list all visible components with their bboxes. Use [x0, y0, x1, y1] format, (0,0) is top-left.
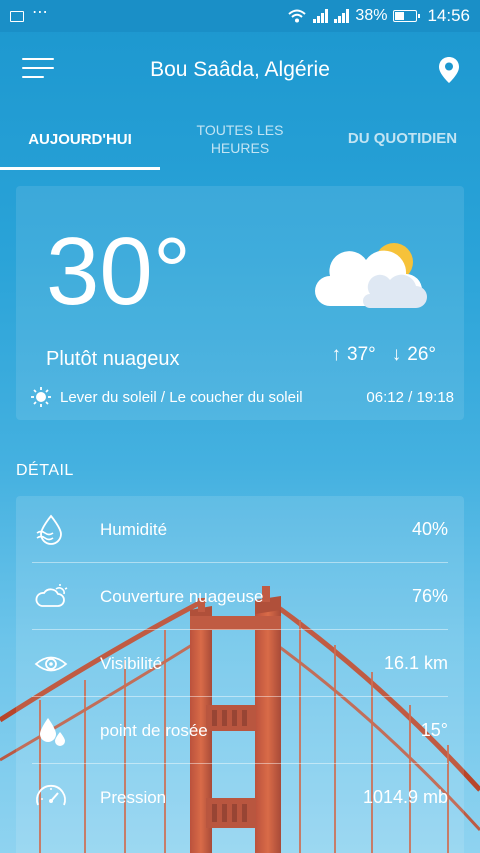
detail-row-humidity: Humidité 40% [32, 496, 448, 563]
sun-icon [31, 387, 51, 407]
detail-row-cloud-cover: Couverture nuageuse 76% [32, 563, 448, 630]
detail-heading: DÉTAIL [16, 462, 74, 479]
wifi-icon [288, 9, 307, 23]
location-pin-icon[interactable] [438, 56, 460, 84]
tab-indicator [0, 167, 160, 170]
detail-label: Visibilité [100, 653, 163, 673]
pressure-icon [36, 784, 66, 805]
battery-icon [393, 10, 421, 22]
current-temperature: 30° [46, 218, 192, 325]
detail-label: Humidité [100, 519, 168, 539]
arrow-down-icon: ↓ [391, 344, 402, 365]
more-notifications-icon: ⋯ [32, 4, 49, 21]
detail-value: 76% [411, 586, 448, 606]
clock: 14:56 [427, 6, 470, 25]
detail-label: Pression [100, 787, 167, 807]
detail-row-visibility: Visibilité 16.1 km [32, 630, 448, 697]
detail-value: 1014.9 mb [362, 787, 448, 807]
gallery-notification-icon [10, 10, 24, 22]
detail-row-dew-point: point de rosée 15° [32, 697, 448, 764]
detail-panel: Humidité 40% Couverture nuageuse 76% Vis… [16, 496, 464, 853]
low-temperature: 26° [407, 344, 436, 365]
menu-icon[interactable] [22, 58, 54, 80]
tab-today[interactable]: AUJOURD'HUI [0, 108, 160, 170]
humidity-icon [36, 514, 62, 545]
partly-cloudy-icon [315, 243, 427, 308]
signal-icon-1 [313, 9, 329, 23]
detail-label: point de rosée [100, 720, 208, 740]
high-temperature: 37° [347, 344, 376, 365]
detail-row-pressure: Pression 1014.9 mb [32, 764, 448, 831]
current-weather-card: 30° Plutôt nuageux ↑ 37° ↓ 26° Lever du … [16, 186, 464, 420]
tab-bar: AUJOURD'HUI TOUTES LES HEURES DU QUOTIDI… [0, 108, 480, 170]
location-title[interactable]: Bou Saâda, Algérie [0, 58, 480, 82]
detail-label: Couverture nuageuse [100, 586, 264, 606]
dew-point-icon [40, 717, 65, 746]
sunrise-sunset-row: Lever du soleil / Le coucher du soleil 0… [30, 386, 454, 408]
tab-daily[interactable]: DU QUOTIDIEN [330, 108, 475, 170]
cloud-cover-icon [35, 583, 68, 607]
detail-value: 16.1 km [383, 653, 448, 673]
battery-percent: 38% [355, 7, 388, 24]
status-bar: ⋯ 38% 14:56 [0, 0, 480, 32]
sun-label: Lever du soleil / Le coucher du soleil [60, 388, 303, 406]
detail-value: 15° [420, 720, 448, 740]
condition-text: Plutôt nuageux [46, 348, 180, 370]
arrow-up-icon: ↑ [331, 344, 342, 365]
sun-times: 06:12 / 19:18 [366, 388, 454, 406]
tab-hourly[interactable]: TOUTES LES HEURES [170, 108, 310, 170]
detail-value: 40% [411, 519, 448, 539]
visibility-icon [34, 656, 68, 671]
signal-icon-2 [334, 9, 350, 23]
app-header: Bou Saâda, Algérie [0, 32, 480, 108]
high-low: ↑ 37° ↓ 26° [332, 344, 436, 366]
